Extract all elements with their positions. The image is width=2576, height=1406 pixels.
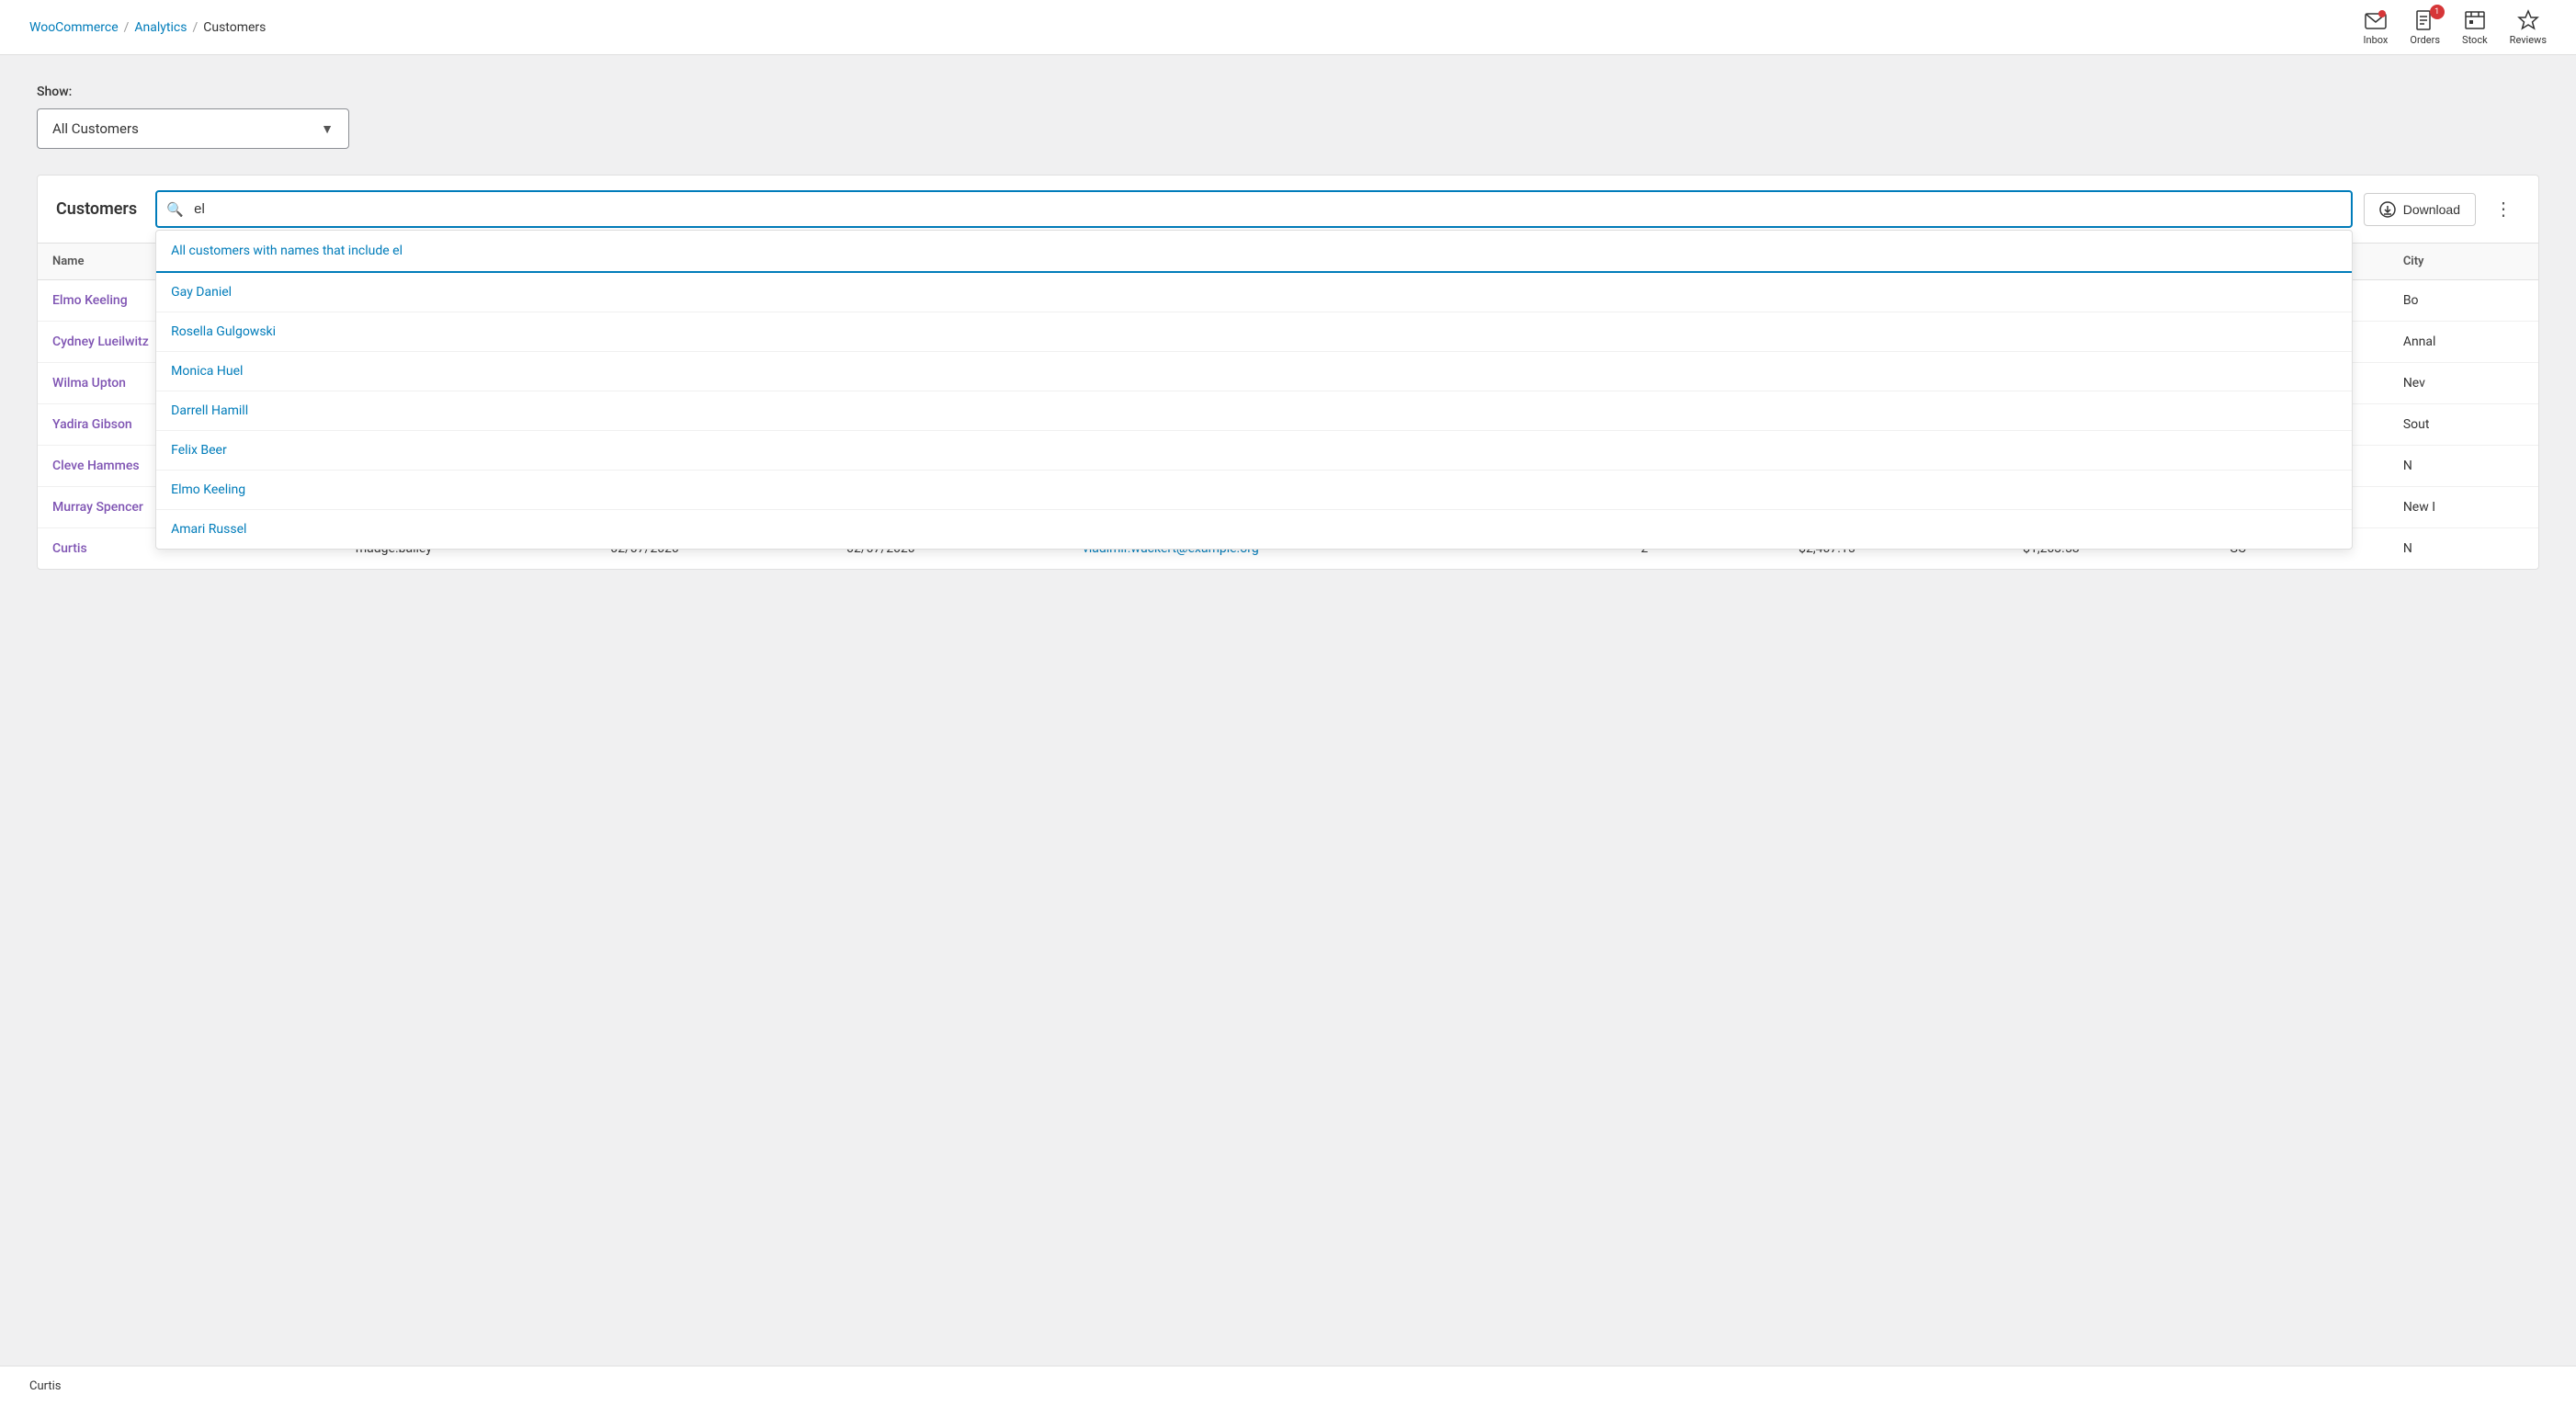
- cell-city-2: Nev: [2389, 363, 2538, 404]
- cell-city-4: N: [2389, 446, 2538, 487]
- header-icon-reviews[interactable]: Reviews: [2510, 8, 2547, 46]
- search-result-link-0[interactable]: Gay Daniel: [171, 285, 232, 300]
- breadcrumb-sep-2: /: [192, 20, 198, 35]
- header: WooCommerce / Analytics / Customers Inbo…: [0, 0, 2576, 55]
- customers-table-section: Customers 🔍 All customers with names tha…: [37, 175, 2539, 570]
- header-icon-inbox[interactable]: Inbox: [2364, 8, 2389, 46]
- dropdown-wrapper: All Customers ▼: [37, 108, 2539, 149]
- cell-city-3: Sout: [2389, 404, 2538, 446]
- search-dropdown: All customers with names that include el…: [155, 230, 2353, 550]
- search-result-link-3[interactable]: Darrell Hamill: [171, 403, 248, 418]
- search-wrapper: 🔍 All customers with names that include …: [155, 190, 2353, 228]
- orders-label: Orders: [2410, 34, 2440, 46]
- inbox-label: Inbox: [2364, 34, 2389, 46]
- show-label: Show:: [37, 85, 2539, 99]
- breadcrumb-analytics[interactable]: Analytics: [134, 20, 187, 35]
- table-header: Customers 🔍 All customers with names tha…: [38, 176, 2538, 244]
- search-icon: 🔍: [166, 201, 184, 218]
- search-result-3[interactable]: Darrell Hamill: [156, 391, 2352, 431]
- stock-label: Stock: [2462, 34, 2488, 46]
- search-result-0[interactable]: Gay Daniel: [156, 273, 2352, 312]
- search-all-option[interactable]: All customers with names that include el: [156, 231, 2352, 273]
- search-input[interactable]: [155, 190, 2353, 228]
- search-result-6[interactable]: Amari Russel: [156, 510, 2352, 549]
- download-button[interactable]: Download: [2364, 193, 2476, 226]
- header-icons: Inbox 1 Orders: [2364, 8, 2547, 46]
- download-label: Download: [2403, 202, 2460, 217]
- search-all-link[interactable]: All customers with names that include el: [171, 244, 403, 258]
- search-result-4[interactable]: Felix Beer: [156, 431, 2352, 471]
- header-icon-stock[interactable]: Stock: [2462, 8, 2488, 46]
- main-content: Show: All Customers ▼ Customers 🔍 All cu…: [0, 55, 2576, 599]
- breadcrumb-sep-1: /: [124, 20, 130, 35]
- search-result-link-4[interactable]: Felix Beer: [171, 443, 227, 458]
- customers-filter-dropdown[interactable]: All Customers ▼: [37, 108, 349, 149]
- breadcrumb-woocommerce[interactable]: WooCommerce: [29, 20, 119, 35]
- customer-link-2[interactable]: Wilma Upton: [52, 376, 126, 391]
- dropdown-value: All Customers: [52, 120, 139, 137]
- more-icon: ⋮: [2494, 199, 2513, 220]
- search-result-2[interactable]: Monica Huel: [156, 352, 2352, 391]
- search-result-link-1[interactable]: Rosella Gulgowski: [171, 324, 276, 339]
- footer: Curtis: [0, 1366, 2576, 1406]
- search-result-link-6[interactable]: Amari Russel: [171, 522, 246, 537]
- chevron-down-icon: ▼: [321, 121, 334, 137]
- download-icon: [2379, 201, 2396, 218]
- footer-user: Curtis: [29, 1379, 61, 1393]
- cell-city-0: Bo: [2389, 280, 2538, 322]
- customer-link-5[interactable]: Murray Spencer: [52, 500, 143, 515]
- customer-link-0[interactable]: Elmo Keeling: [52, 293, 128, 308]
- search-result-link-2[interactable]: Monica Huel: [171, 364, 243, 379]
- cell-city-5: New I: [2389, 487, 2538, 528]
- table-actions: 🔍 All customers with names that include …: [155, 190, 2520, 228]
- orders-badge: 1: [2430, 5, 2445, 19]
- orders-icon: 1: [2413, 8, 2437, 32]
- star-icon: [2516, 8, 2540, 32]
- cell-city-6: N: [2389, 528, 2538, 570]
- customer-link-1[interactable]: Cydney Lueilwitz: [52, 334, 149, 349]
- search-result-1[interactable]: Rosella Gulgowski: [156, 312, 2352, 352]
- cell-city-1: Annal: [2389, 322, 2538, 363]
- breadcrumb-current: Customers: [203, 20, 266, 35]
- customer-link-6[interactable]: Curtis: [52, 541, 87, 556]
- customer-link-4[interactable]: Cleve Hammes: [52, 459, 140, 473]
- more-options-button[interactable]: ⋮: [2487, 194, 2520, 224]
- customer-link-3[interactable]: Yadira Gibson: [52, 417, 132, 432]
- header-icon-orders[interactable]: 1 Orders: [2410, 8, 2440, 46]
- breadcrumb: WooCommerce / Analytics / Customers: [29, 20, 266, 35]
- table-title: Customers: [56, 199, 137, 219]
- stock-icon: [2463, 8, 2487, 32]
- search-result-5[interactable]: Elmo Keeling: [156, 471, 2352, 510]
- col-city: City: [2389, 244, 2538, 280]
- search-result-link-5[interactable]: Elmo Keeling: [171, 482, 245, 497]
- envelope-icon: [2364, 8, 2388, 32]
- reviews-label: Reviews: [2510, 34, 2547, 46]
